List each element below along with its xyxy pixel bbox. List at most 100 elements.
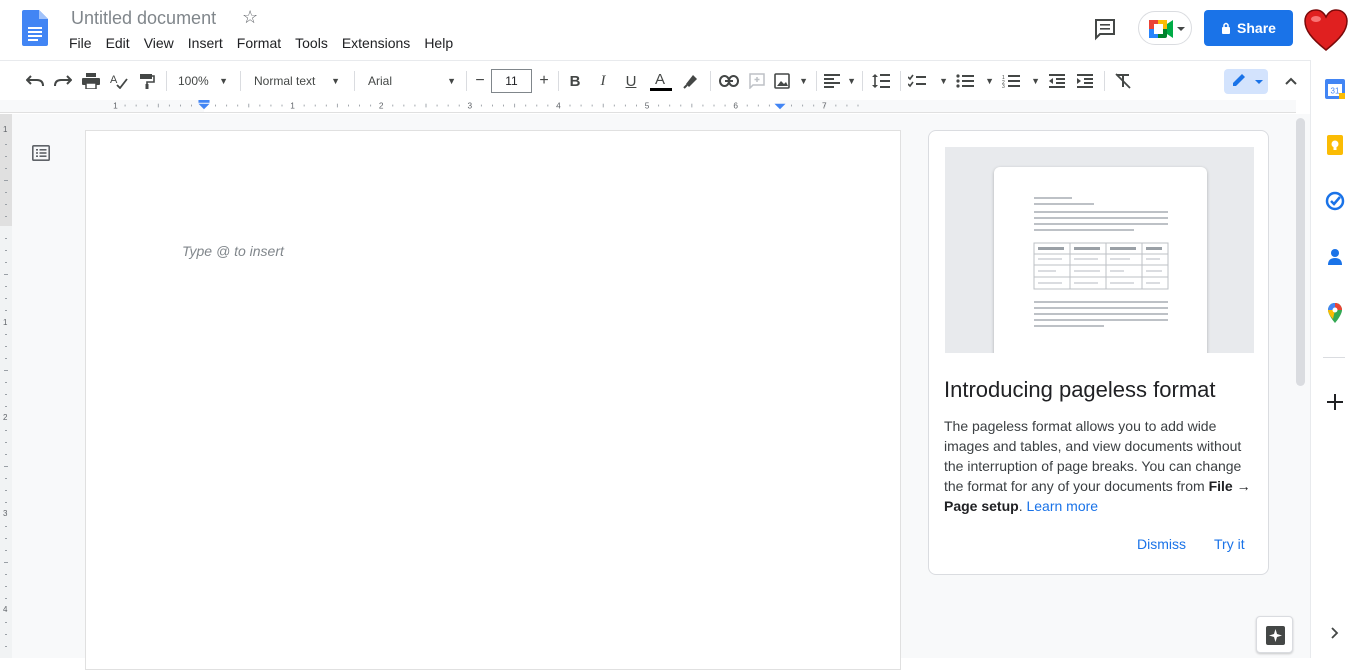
promo-body: The pageless format allows you to add wi… <box>944 416 1262 516</box>
print-icon[interactable] <box>80 69 102 93</box>
bulleted-list-icon[interactable]: ▼ <box>956 69 994 93</box>
add-icon[interactable] <box>1325 392 1345 412</box>
chevron-down-icon: ▼ <box>939 76 948 86</box>
divider <box>900 71 901 91</box>
promo-title: Introducing pageless format <box>944 377 1216 402</box>
horizontal-ruler: 1 1 2 3 4 5 6 7 <box>0 100 1296 113</box>
toolbar: A 100% ▼ Normal text ▼ Arial ▼ − 11 + B … <box>0 60 1310 100</box>
insert-placeholder[interactable]: Type @ to insert <box>182 243 284 259</box>
meet-button[interactable] <box>1138 11 1192 45</box>
menu-extensions[interactable]: Extensions <box>342 35 417 51</box>
undo-icon[interactable] <box>24 69 46 93</box>
vruler-label: 3 <box>3 509 8 518</box>
numbered-list-icon[interactable]: 123 ▼ <box>1002 69 1040 93</box>
calendar-icon[interactable]: 31 <box>1325 79 1345 99</box>
expand-icon[interactable] <box>1325 623 1345 643</box>
menu-file[interactable]: File <box>69 35 99 51</box>
ruler-label: 6 <box>733 100 738 110</box>
svg-text:3: 3 <box>1002 84 1005 88</box>
link-icon[interactable] <box>718 69 740 93</box>
explore-button[interactable] <box>1256 616 1293 653</box>
chevron-down-icon: ▼ <box>985 76 994 86</box>
zoom-value: 100% <box>178 74 209 88</box>
underline-icon[interactable]: U <box>620 69 642 93</box>
share-button[interactable]: Share <box>1204 10 1293 46</box>
zoom-select[interactable]: 100% ▼ <box>172 69 234 93</box>
ruler-label: 1 <box>113 100 118 110</box>
editing-mode-button[interactable] <box>1224 69 1268 94</box>
chevron-down-icon: ▼ <box>331 76 340 86</box>
menu-bar: File Edit View Insert Format Tools Exten… <box>69 35 467 51</box>
illustration-sheet <box>994 167 1207 353</box>
ruler-label: 4 <box>556 100 561 110</box>
document-outline-icon[interactable] <box>32 145 50 166</box>
italic-icon[interactable]: I <box>592 69 614 93</box>
ruler-label: 7 <box>822 100 827 110</box>
dismiss-button[interactable]: Dismiss <box>1137 536 1186 552</box>
line-spacing-icon[interactable] <box>870 69 892 93</box>
menu-edit[interactable]: Edit <box>106 35 137 51</box>
vertical-scrollbar[interactable] <box>1296 118 1305 386</box>
divider <box>558 71 559 91</box>
menu-insert[interactable]: Insert <box>188 35 230 51</box>
divider <box>354 71 355 91</box>
font-value: Arial <box>368 74 393 88</box>
clear-formatting-icon[interactable] <box>1112 69 1134 93</box>
pageless-promo-card: Introducing pageless format The pageless… <box>928 130 1269 575</box>
vruler-label: 1 <box>3 125 8 134</box>
style-select[interactable]: Normal text ▼ <box>248 69 346 93</box>
share-label: Share <box>1237 20 1276 36</box>
comments-icon[interactable] <box>1093 17 1117 46</box>
document-title[interactable]: Untitled document <box>71 8 216 29</box>
menu-view[interactable]: View <box>144 35 181 51</box>
decrease-font-size-button[interactable]: − <box>470 69 490 93</box>
tasks-icon[interactable] <box>1325 191 1345 211</box>
star-icon[interactable]: ☆ <box>242 7 258 28</box>
paint-format-icon[interactable] <box>136 69 158 93</box>
bold-icon[interactable]: B <box>564 69 586 93</box>
side-panel: 31 <box>1310 60 1356 658</box>
contacts-icon[interactable] <box>1325 247 1345 267</box>
ruler-track[interactable]: 1 1 2 3 4 5 6 7 <box>82 100 902 112</box>
document-page[interactable]: Type @ to insert <box>85 130 901 670</box>
menu-format[interactable]: Format <box>237 35 288 51</box>
first-line-indent-marker[interactable] <box>198 100 210 103</box>
divider <box>240 71 241 91</box>
vruler-label: 4 <box>3 605 8 614</box>
divider <box>466 71 467 91</box>
menu-tools[interactable]: Tools <box>295 35 335 51</box>
side-panel-divider <box>1323 357 1345 358</box>
chevron-down-icon: ▼ <box>847 76 856 86</box>
highlight-icon[interactable] <box>680 69 702 93</box>
font-size-input[interactable]: 11 <box>491 69 532 93</box>
vertical-ruler[interactable]: 1 1 2 3 4 <box>0 114 12 658</box>
svg-text:A: A <box>110 74 118 86</box>
chevron-down-icon: ▼ <box>447 76 456 86</box>
decrease-indent-icon[interactable] <box>1046 69 1068 93</box>
vruler-label: 2 <box>3 413 8 422</box>
style-value: Normal text <box>254 74 316 88</box>
docs-logo-icon[interactable] <box>22 10 48 46</box>
divider <box>862 71 863 91</box>
divider <box>710 71 711 91</box>
increase-indent-icon[interactable] <box>1074 69 1096 93</box>
maps-icon[interactable] <box>1325 303 1345 323</box>
spellcheck-icon[interactable]: A <box>108 69 130 93</box>
collapse-toolbar-icon[interactable] <box>1280 69 1302 93</box>
insert-image-icon[interactable]: ▼ <box>774 69 808 93</box>
increase-font-size-button[interactable]: + <box>534 69 554 93</box>
align-icon[interactable]: ▼ <box>824 69 856 93</box>
try-it-button[interactable]: Try it <box>1214 536 1245 552</box>
learn-more-link[interactable]: Learn more <box>1026 498 1098 514</box>
avatar[interactable] <box>1303 8 1349 52</box>
calendar-day: 31 <box>1331 87 1340 96</box>
font-select[interactable]: Arial ▼ <box>362 69 462 93</box>
checklist-icon[interactable]: ▼ <box>908 69 948 93</box>
insert-comment-icon[interactable] <box>746 69 768 93</box>
redo-icon[interactable] <box>52 69 74 93</box>
menu-help[interactable]: Help <box>424 35 460 51</box>
keep-icon[interactable] <box>1325 135 1345 155</box>
ruler-label: 2 <box>379 100 384 110</box>
text-color-icon[interactable]: A <box>648 69 674 93</box>
svg-text:A: A <box>655 71 665 88</box>
